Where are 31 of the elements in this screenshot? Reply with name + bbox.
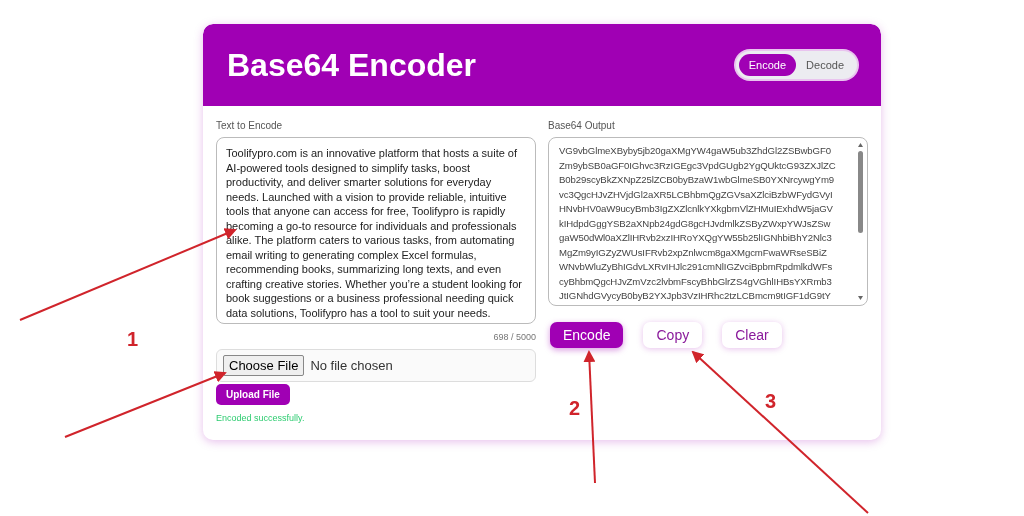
output-line: HNvbHV0aW9ucyBmb3IgZXZlcnlkYXkgbmVlZHMuIExhdW5jaGV xyxy=(559,202,834,216)
output-line: VG9vbGlmeXByby5jb20gaXMgYW4gaW5ub3ZhdGl2ZSBwbGF0 xyxy=(559,144,832,158)
action-button[interactable]: Clear xyxy=(722,322,782,348)
app-title: Base64 Encoder xyxy=(227,46,476,84)
mode-tab[interactable]: Decode xyxy=(796,54,854,76)
output-line: WNvbWluZyBhIGdvLXRvIHJlc291cmNlIGZvciBpbmRpdmlkdWFs xyxy=(559,260,834,274)
annotation-number: 3 xyxy=(765,390,777,413)
output-line: cyBhbmQgcHJvZmVzc2lvbmFscyBhbGlrZS4gVGhlIHBsYXRmb3 xyxy=(559,274,833,289)
output-line: gaW50dWl0aXZlIHRvb2xzIHRoYXQgYW55b25lIGNhbiBhY2Nlc3 xyxy=(559,231,833,245)
output-line: vc3QgcHJvZHVjdGl2aXR5LCBhbmQgZGVsaXZlciBzbWFydGVyI xyxy=(559,187,834,202)
upload-button[interactable]: Upload File xyxy=(216,384,290,405)
annotation-number: 1 xyxy=(127,328,139,351)
file-status: No file chosen xyxy=(310,358,393,373)
status-message: Encoded successfully. xyxy=(216,413,306,423)
character-counter: 698 / 5000 xyxy=(493,332,536,342)
field-label: Base64 Output xyxy=(548,120,616,131)
action-button[interactable]: Copy xyxy=(643,322,703,348)
annotation-number: 2 xyxy=(569,397,581,420)
output-line: kIHdpdGggYSB2aXNpb24gdG8gcHJvdmlkZSByZWxpYWJsZSw xyxy=(559,216,832,231)
action-button[interactable]: Encode xyxy=(550,322,624,348)
choose-file-button[interactable]: Choose File xyxy=(223,355,305,376)
output-line: MgZm9yIGZyZWUsIFRvb2xpZnlwcm8gaXMgcmFwaWRseSBiZ xyxy=(559,245,828,260)
output-line: JtIGNhdGVycyB0byB2YXJpb3VzIHRhc2tzLCBmcm9tIGF1dG9tY xyxy=(559,289,832,303)
scrollbar[interactable] xyxy=(857,142,864,301)
text-input-field[interactable]: Toolifypro.com is an innovative platform that hosts a suite of AI-powered tools designed to simplify tasks, boost productivity, and deliver smarter solutions for everyday needs. Launched with a vision to provide reliable, intuitive tools that anyone can access for free, Toolifypro is rapidly becoming a go-to resource for individuals and professionals alike. The platform caters to various tasks, from automating email writing to generating complex Excel formulas, recommending books, summarizing long texts, and even crafting creative stories. Whether you’re a student looking for book suggestions or a business professional needing quick data solutions, Toolifypro has a tool to suit your needs. xyxy=(216,137,536,324)
output-field[interactable] xyxy=(548,137,868,306)
output-line: Zm9ybSB0aGF0IGhvc3RzIGEgc3VpdGUgb2YgQUktcG93ZXJlZC xyxy=(559,158,837,173)
output-line: B0b29scyBkZXNpZ25lZCB0byBzaW1wbGlmeSB0YXNrcywgYm9 xyxy=(559,173,835,187)
field-label: Text to Encode xyxy=(216,120,284,131)
file-input[interactable]: Choose File No file chosen xyxy=(216,349,536,382)
mode-tab[interactable]: Encode xyxy=(738,54,797,76)
